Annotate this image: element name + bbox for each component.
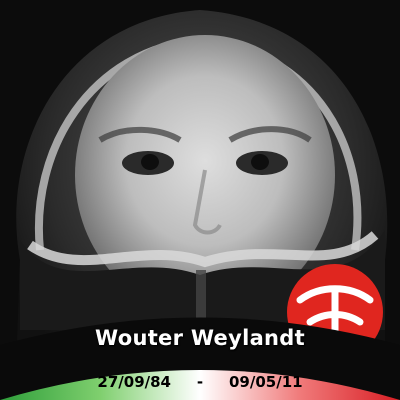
memorial-card: Wouter Weylandt 27/09/84 - 09/05/11 bbox=[0, 0, 400, 400]
death-date: 09/05/11 bbox=[229, 373, 303, 391]
birth-date: 27/09/84 bbox=[97, 373, 171, 391]
life-dates: 27/09/84 - 09/05/11 bbox=[0, 373, 400, 391]
person-name: Wouter Weylandt bbox=[95, 326, 305, 350]
date-separator: - bbox=[196, 373, 204, 391]
